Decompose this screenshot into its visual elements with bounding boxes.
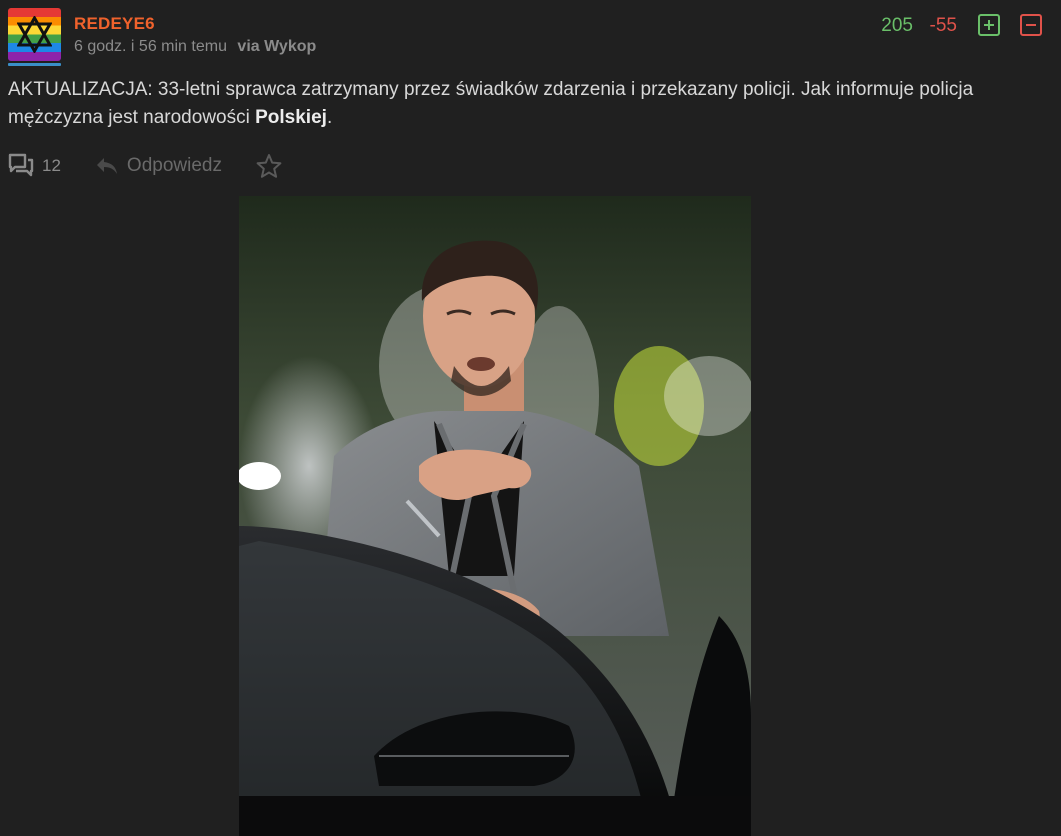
plus-square-icon[interactable] <box>978 14 1000 36</box>
reply-label: Odpowiedz <box>126 155 222 176</box>
votes-down-count: -55 <box>929 15 957 36</box>
comments-button[interactable]: 12 <box>8 152 61 180</box>
favorite-button[interactable] <box>256 153 282 179</box>
reply-arrow-icon <box>96 158 117 174</box>
star-of-david-icon <box>17 16 52 53</box>
post-photo-illustration <box>239 196 751 836</box>
comments-count: 12 <box>42 156 61 175</box>
post-actions: 12 Odpowiedz <box>8 150 282 182</box>
author-username[interactable]: REDEYE6 <box>74 14 155 34</box>
star-outline-icon <box>256 154 282 178</box>
post-text-bold: Polskiej <box>255 107 327 128</box>
post-image[interactable] <box>239 196 751 836</box>
post-time[interactable]: 6 godz. i 56 min temu <box>74 38 227 55</box>
entry-post: REDEYE6 6 godz. i 56 min temu via Wykop … <box>0 0 1061 836</box>
post-meta: 6 godz. i 56 min temu via Wykop <box>74 38 316 56</box>
reply-button[interactable]: Odpowiedz <box>95 155 222 177</box>
minus-square-icon[interactable] <box>1020 14 1042 36</box>
post-text: AKTUALIZACJA: 33-letni sprawca zatrzyman… <box>8 79 974 128</box>
post-body: AKTUALIZACJA: 33-letni sprawca zatrzyman… <box>8 76 1048 132</box>
comments-icon <box>8 153 34 177</box>
user-avatar[interactable] <box>8 8 61 61</box>
post-text-end: . <box>326 107 333 128</box>
votes-up-count: 205 <box>881 15 913 36</box>
post-source: via Wykop <box>237 38 317 55</box>
avatar-status-bar <box>8 63 61 66</box>
